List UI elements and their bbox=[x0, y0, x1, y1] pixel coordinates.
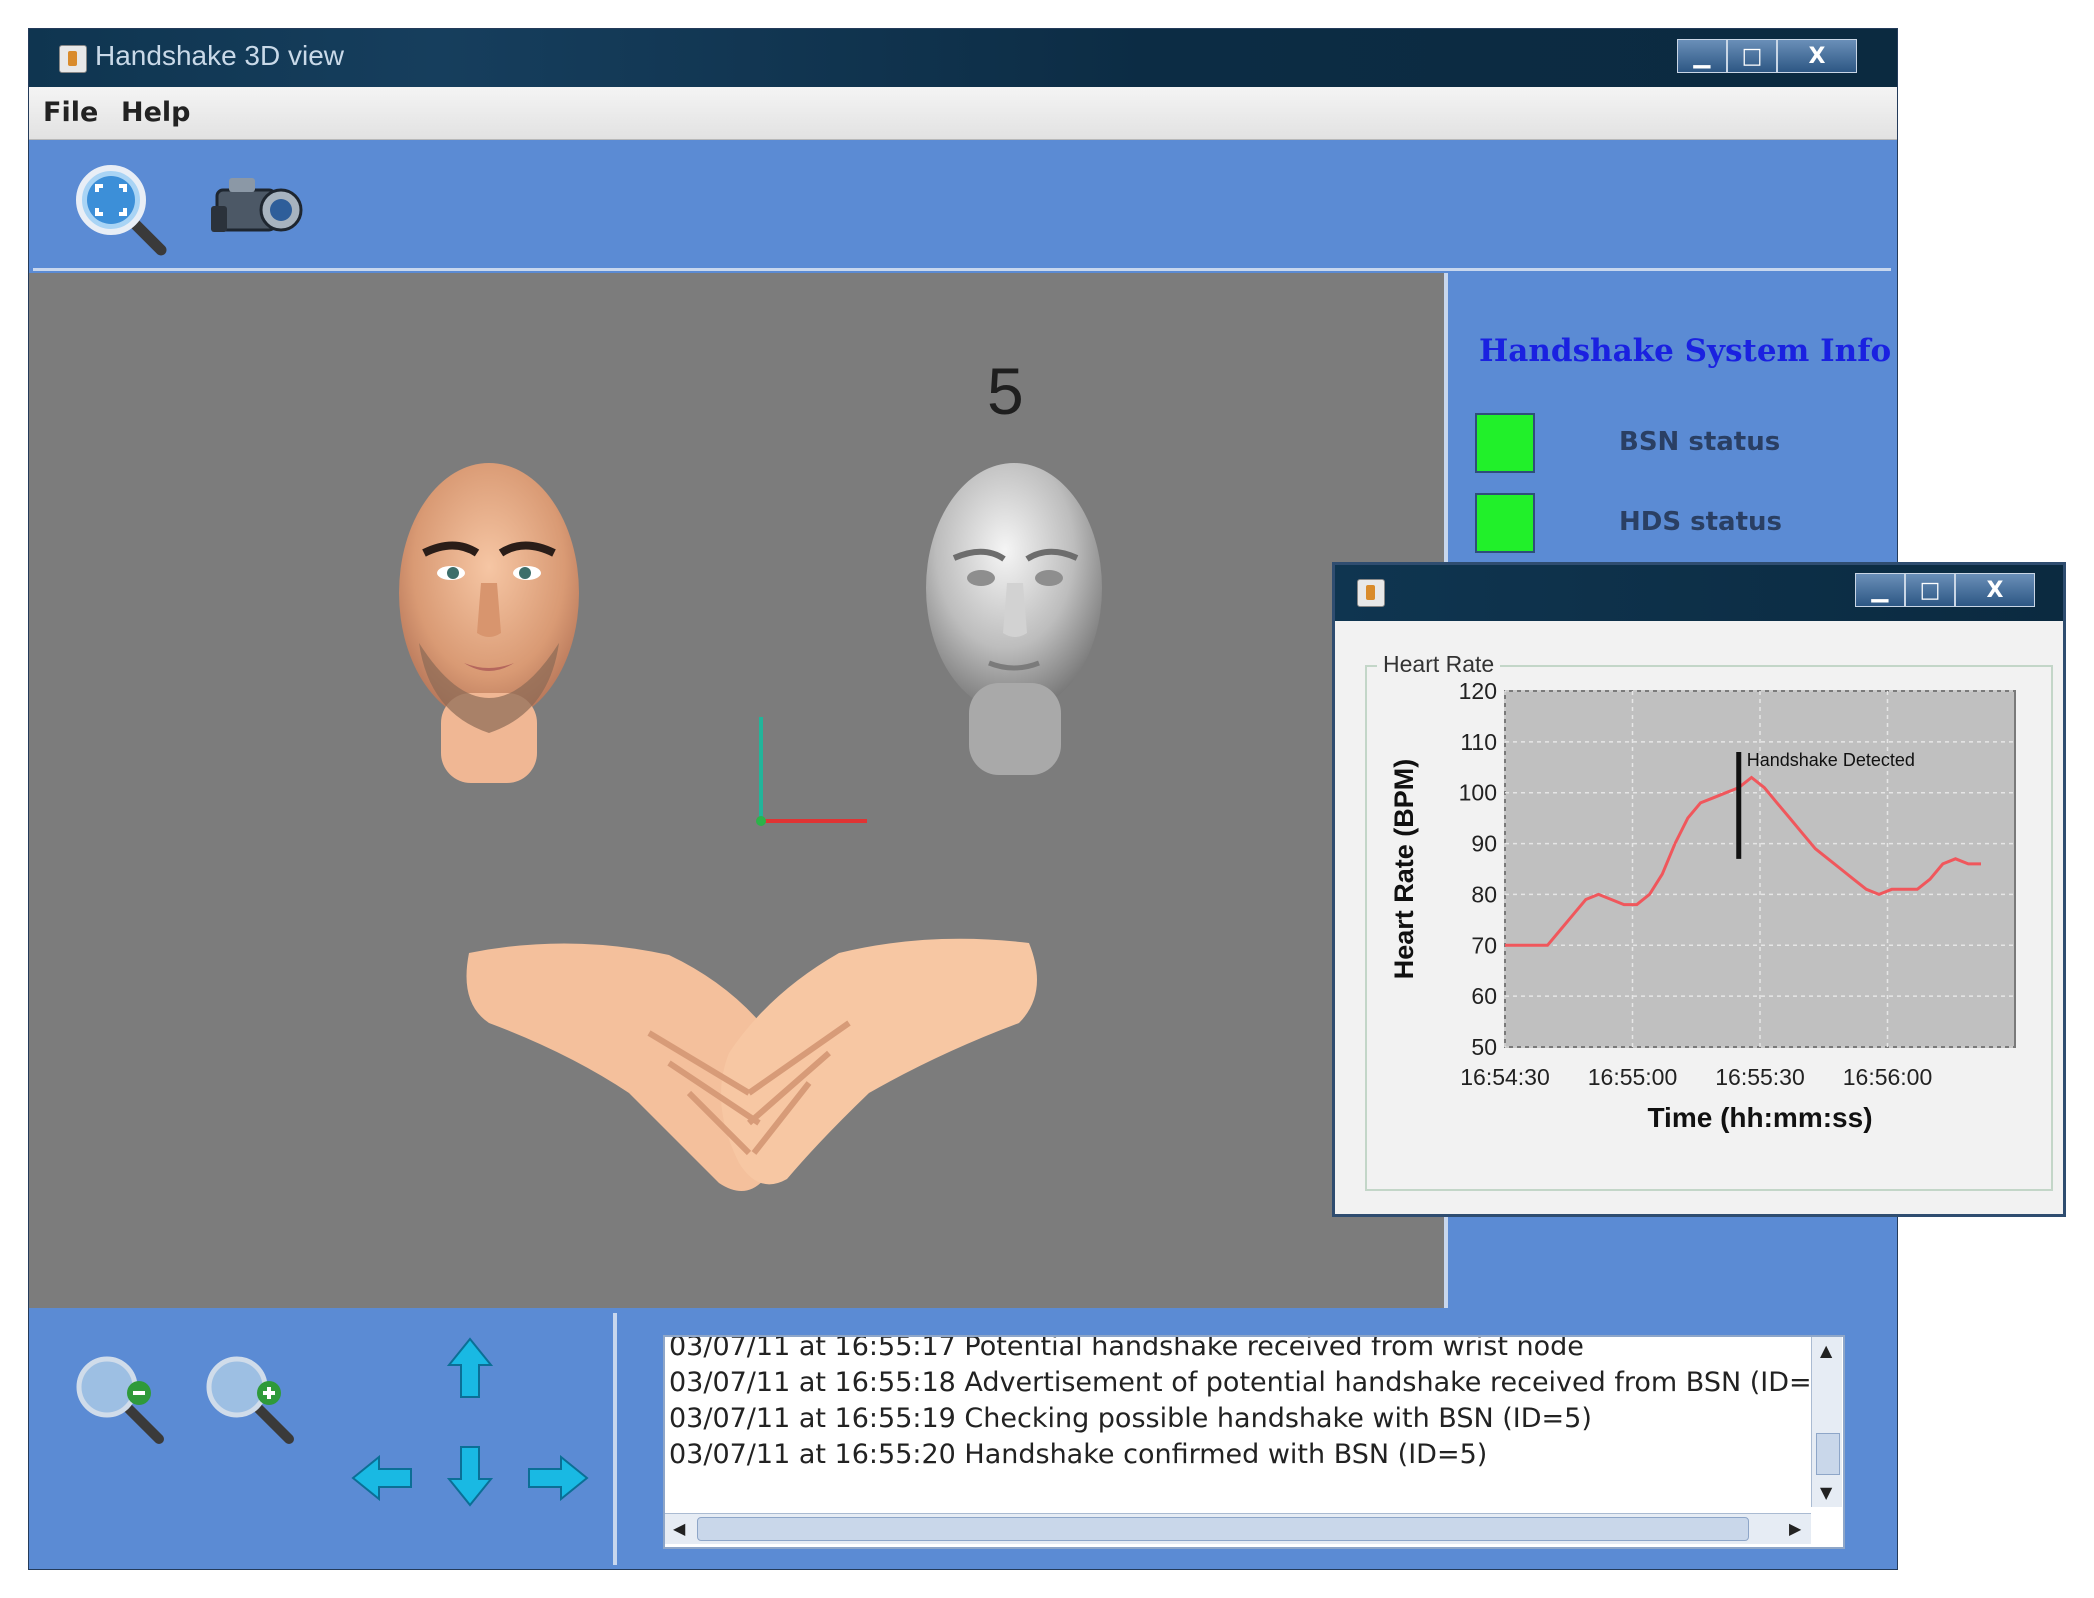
horizontal-scroll-thumb[interactable] bbox=[697, 1517, 1749, 1541]
chart-frame-label: Heart Rate bbox=[1377, 651, 1501, 678]
arrow-right-icon[interactable] bbox=[527, 1455, 589, 1501]
log-line: 03/07/11 at 16:55:17 Potential handshake… bbox=[669, 1335, 1584, 1362]
y-tick-label: 60 bbox=[1471, 983, 1497, 1009]
heart-rate-window: ▁ □ X Heart Rate 50 60 70 80 90 100 110 120 16:… bbox=[1332, 562, 2066, 1217]
chart-minimize-button[interactable]: ▁ bbox=[1855, 573, 1905, 607]
scroll-right-arrow-icon[interactable]: ▶ bbox=[1789, 1519, 1801, 1538]
x-tick-label: 16:56:00 bbox=[1843, 1064, 1933, 1090]
log-lines: 03/07/11 at 16:55:17 Potential handshake… bbox=[669, 1335, 1812, 1473]
info-panel-title: Handshake System Info bbox=[1479, 333, 1892, 369]
navigation-panel bbox=[33, 1313, 617, 1565]
horizontal-scrollbar[interactable]: ◀ ▶ bbox=[665, 1513, 1811, 1544]
scroll-up-arrow-icon[interactable]: ▲ bbox=[1820, 1341, 1832, 1360]
x-axis-label: Time (hh:mm:ss) bbox=[1647, 1102, 1872, 1133]
vertical-scrollbar[interactable]: ▲ ▼ bbox=[1811, 1337, 1842, 1507]
hds-status-label: HDS status bbox=[1619, 507, 1782, 537]
java-app-icon bbox=[1357, 579, 1385, 607]
menu-help[interactable]: Help bbox=[121, 97, 191, 128]
x-tick-label: 16:55:30 bbox=[1715, 1064, 1805, 1090]
avatar-head-grey bbox=[926, 463, 1102, 775]
vertical-scroll-thumb[interactable] bbox=[1816, 1433, 1840, 1475]
3d-view-canvas[interactable]: 5 bbox=[29, 273, 1448, 1308]
chart-close-button[interactable]: X bbox=[1955, 573, 2035, 607]
log-line: 03/07/11 at 16:55:20 Handshake confirmed… bbox=[669, 1439, 1488, 1470]
zoom-in-icon[interactable] bbox=[201, 1351, 301, 1451]
axes-gizmo bbox=[756, 717, 867, 826]
bsn-status-led bbox=[1475, 413, 1535, 473]
y-tick-label: 70 bbox=[1471, 932, 1497, 958]
chart-title-bar[interactable]: ▁ □ X bbox=[1335, 565, 2063, 621]
y-tick-label: 120 bbox=[1459, 681, 1497, 704]
heart-rate-chart: 5060708090100110120 16:54:30 16:55:00 16:5… bbox=[1389, 681, 2016, 1133]
minimize-button[interactable]: ▁ bbox=[1677, 39, 1727, 73]
avatar-head-textured bbox=[399, 463, 579, 783]
toolbar bbox=[33, 142, 1891, 271]
y-tick-label: 50 bbox=[1471, 1034, 1497, 1060]
chart-window-controls: ▁ □ X bbox=[1855, 573, 2035, 607]
arrow-left-icon[interactable] bbox=[351, 1455, 413, 1501]
zoom-out-icon[interactable] bbox=[71, 1351, 171, 1451]
y-tick-label: 100 bbox=[1459, 780, 1497, 806]
camera-icon[interactable] bbox=[209, 170, 309, 250]
x-tick-label: 16:54:30 bbox=[1460, 1064, 1550, 1090]
countdown-number: 5 bbox=[987, 354, 1024, 428]
hds-status-led bbox=[1475, 493, 1535, 553]
log-line: 03/07/11 at 16:55:18 Advertisement of po… bbox=[669, 1367, 1812, 1398]
arrow-down-icon[interactable] bbox=[447, 1445, 493, 1507]
y-tick-label: 80 bbox=[1471, 881, 1497, 907]
window-title: Handshake 3D view bbox=[95, 40, 345, 71]
chart-maximize-button[interactable]: □ bbox=[1905, 573, 1955, 607]
y-axis-label: Heart Rate (BPM) bbox=[1389, 759, 1419, 980]
log-line: 03/07/11 at 16:55:19 Checking possible h… bbox=[669, 1403, 1592, 1434]
event-log-textarea[interactable]: 03/07/11 at 16:55:17 Potential handshake… bbox=[663, 1335, 1845, 1549]
menu-file[interactable]: File bbox=[43, 97, 98, 128]
x-tick-label: 16:55:00 bbox=[1588, 1064, 1678, 1090]
zoom-fit-icon[interactable] bbox=[71, 160, 171, 260]
bsn-status-label: BSN status bbox=[1619, 427, 1781, 457]
x-tick-labels: 16:54:30 16:55:00 16:55:30 16:56:00 bbox=[1460, 1064, 1932, 1090]
y-tick-label: 90 bbox=[1471, 831, 1497, 857]
menu-bar: File Help bbox=[29, 87, 1897, 140]
maximize-button[interactable]: □ bbox=[1727, 39, 1777, 73]
scroll-left-arrow-icon[interactable]: ◀ bbox=[673, 1519, 685, 1538]
java-app-icon bbox=[59, 45, 87, 73]
scroll-down-arrow-icon[interactable]: ▼ bbox=[1820, 1483, 1832, 1502]
chart-body: Heart Rate 50 60 70 80 90 100 110 120 16:54:30 1… bbox=[1335, 621, 2063, 1214]
close-button[interactable]: X bbox=[1777, 39, 1857, 73]
arrow-up-icon[interactable] bbox=[447, 1337, 493, 1399]
handshake-detected-label: Handshake Detected bbox=[1747, 750, 1915, 770]
y-tick-label: 110 bbox=[1460, 729, 1497, 755]
window-controls: ▁ □ X bbox=[1677, 39, 1857, 73]
title-bar[interactable]: Handshake 3D view ▁ □ X bbox=[29, 29, 1897, 87]
y-tick-labels: 50 60 70 80 90 100 110 120 bbox=[1459, 681, 1497, 1060]
handshake-hands-model bbox=[466, 938, 1037, 1191]
event-log-panel: 03/07/11 at 16:55:17 Potential handshake… bbox=[621, 1313, 1891, 1565]
